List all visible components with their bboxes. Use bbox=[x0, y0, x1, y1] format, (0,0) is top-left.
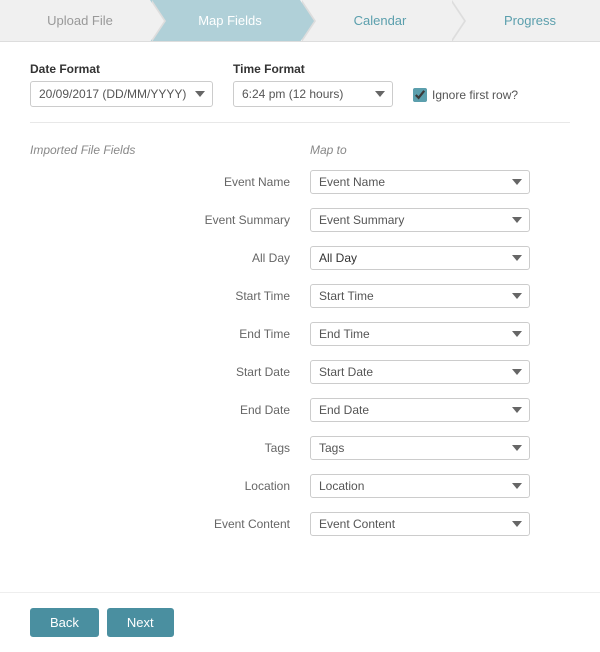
field-label-all-day: All Day bbox=[30, 251, 310, 265]
step-map[interactable]: Map Fields bbox=[150, 0, 300, 41]
field-row-all-day: All Day bbox=[30, 243, 310, 273]
field-label-end-date: End Date bbox=[30, 403, 310, 417]
main-content: Date Format 20/09/2017 (DD/MM/YYYY) Time… bbox=[0, 42, 600, 567]
ignore-first-row-label: Ignore first row? bbox=[432, 88, 518, 102]
map-row-start-time: Start Time bbox=[310, 281, 570, 311]
field-label-start-time: Start Time bbox=[30, 289, 310, 303]
field-row-start-time: Start Time bbox=[30, 281, 310, 311]
button-row: Back Next bbox=[0, 592, 600, 652]
map-select-event-content[interactable]: Event Content bbox=[310, 512, 530, 536]
map-select-event-name[interactable]: Event Name bbox=[310, 170, 530, 194]
field-row-end-date: End Date bbox=[30, 395, 310, 425]
map-select-end-time[interactable]: End Time bbox=[310, 322, 530, 346]
field-row-event-name: Event Name bbox=[30, 167, 310, 197]
field-row-tags: Tags bbox=[30, 433, 310, 463]
format-row: Date Format 20/09/2017 (DD/MM/YYYY) Time… bbox=[30, 62, 570, 123]
map-select-start-date[interactable]: Start Date bbox=[310, 360, 530, 384]
back-button[interactable]: Back bbox=[30, 608, 99, 637]
field-row-location: Location bbox=[30, 471, 310, 501]
map-row-event-summary: Event Summary bbox=[310, 205, 570, 235]
next-button[interactable]: Next bbox=[107, 608, 174, 637]
step-calendar[interactable]: Calendar bbox=[300, 0, 450, 41]
map-row-start-date: Start Date bbox=[310, 357, 570, 387]
ignore-first-row-group: Ignore first row? bbox=[413, 88, 518, 107]
time-format-select[interactable]: 6:24 pm (12 hours) bbox=[233, 81, 393, 107]
field-row-event-summary: Event Summary bbox=[30, 205, 310, 235]
map-row-event-name: Event Name bbox=[310, 167, 570, 197]
field-label-tags: Tags bbox=[30, 441, 310, 455]
imported-header: Imported File Fields bbox=[30, 143, 310, 157]
map-select-end-date[interactable]: End Date bbox=[310, 398, 530, 422]
field-label-event-content: Event Content bbox=[30, 517, 310, 531]
map-select-location[interactable]: Location bbox=[310, 474, 530, 498]
step-upload-label: Upload File bbox=[47, 13, 113, 28]
map-row-tags: Tags bbox=[310, 433, 570, 463]
map-row-all-day: All Day bbox=[310, 243, 570, 273]
field-label-start-date: Start Date bbox=[30, 365, 310, 379]
map-select-start-time[interactable]: Start Time bbox=[310, 284, 530, 308]
map-select-event-summary[interactable]: Event Summary bbox=[310, 208, 530, 232]
mapto-col: Map to Event Name Event Summary All Day … bbox=[310, 143, 570, 547]
map-row-end-date: End Date bbox=[310, 395, 570, 425]
step-map-label: Map Fields bbox=[198, 13, 262, 28]
field-label-event-summary: Event Summary bbox=[30, 213, 310, 227]
step-progress[interactable]: Progress bbox=[450, 0, 600, 41]
map-row-end-time: End Time bbox=[310, 319, 570, 349]
date-format-group: Date Format 20/09/2017 (DD/MM/YYYY) bbox=[30, 62, 213, 107]
field-row-start-date: Start Date bbox=[30, 357, 310, 387]
ignore-first-row-checkbox[interactable] bbox=[413, 88, 427, 102]
field-label-location: Location bbox=[30, 479, 310, 493]
time-format-group: Time Format 6:24 pm (12 hours) bbox=[233, 62, 393, 107]
date-format-label: Date Format bbox=[30, 62, 213, 76]
map-row-event-content: Event Content bbox=[310, 509, 570, 539]
map-select-tags[interactable]: Tags bbox=[310, 436, 530, 460]
step-progress-label: Progress bbox=[504, 13, 556, 28]
step-upload[interactable]: Upload File bbox=[0, 0, 150, 41]
mapping-section: Imported File Fields Event Name Event Su… bbox=[30, 143, 570, 547]
imported-fields-col: Imported File Fields Event Name Event Su… bbox=[30, 143, 310, 547]
map-row-location: Location bbox=[310, 471, 570, 501]
date-format-select[interactable]: 20/09/2017 (DD/MM/YYYY) bbox=[30, 81, 213, 107]
step-calendar-label: Calendar bbox=[354, 13, 407, 28]
field-row-end-time: End Time bbox=[30, 319, 310, 349]
field-row-event-content: Event Content bbox=[30, 509, 310, 539]
field-label-end-time: End Time bbox=[30, 327, 310, 341]
time-format-label: Time Format bbox=[233, 62, 393, 76]
field-label-event-name: Event Name bbox=[30, 175, 310, 189]
stepper: Upload File Map Fields Calendar Progress bbox=[0, 0, 600, 42]
map-select-all-day[interactable]: All Day bbox=[310, 246, 530, 270]
mapto-header: Map to bbox=[310, 143, 570, 157]
